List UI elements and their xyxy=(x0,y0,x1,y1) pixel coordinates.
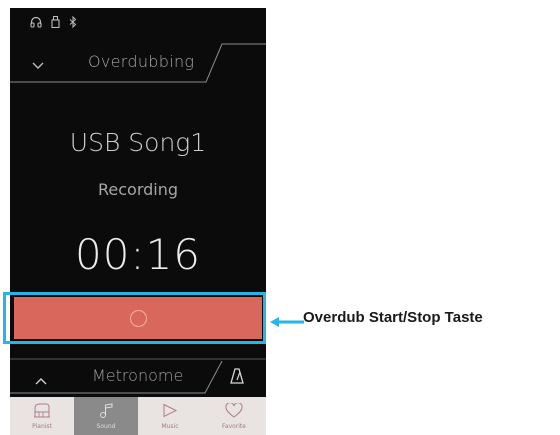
nav-item-label: Favorite xyxy=(222,423,246,430)
mode-header[interactable]: Overdubbing xyxy=(10,38,266,86)
chevron-down-icon[interactable] xyxy=(32,55,44,74)
metronome-icon[interactable] xyxy=(230,368,244,388)
nav-item-label: Pianist xyxy=(32,423,52,430)
status-bar xyxy=(30,13,77,31)
piano-app-screen: Overdubbing USB Song1 Recording 00:16 Me… xyxy=(10,8,266,435)
callout-label: Overdub Start/Stop Taste xyxy=(303,309,483,326)
nav-item-favorite[interactable]: Favorite xyxy=(202,397,266,435)
metronome-label: Metronome xyxy=(92,366,184,385)
song-name: USB Song1 xyxy=(69,128,207,157)
music-note-icon xyxy=(98,403,114,422)
bottom-nav: Pianist Sound Music Favorite xyxy=(10,397,266,435)
elapsed-time: 00:16 xyxy=(74,230,202,279)
record-circle-icon xyxy=(129,309,147,327)
mode-title: Overdubbing xyxy=(88,52,195,71)
recording-status: Recording xyxy=(97,180,179,199)
heart-icon xyxy=(225,402,243,422)
nav-item-pianist[interactable]: Pianist xyxy=(10,397,74,435)
play-icon xyxy=(162,403,178,422)
piano-icon xyxy=(33,403,51,422)
callout-arrow xyxy=(270,317,304,327)
metronome-bar[interactable]: Metronome xyxy=(10,357,266,397)
usb-icon xyxy=(51,16,60,28)
nav-item-music[interactable]: Music xyxy=(138,397,202,435)
chevron-up-icon[interactable] xyxy=(35,370,47,389)
nav-item-label: Sound xyxy=(96,423,116,430)
bluetooth-icon xyxy=(69,16,77,28)
headphones-icon xyxy=(30,16,42,28)
nav-item-label: Music xyxy=(161,423,179,430)
overdub-start-stop-button[interactable] xyxy=(14,297,262,339)
nav-item-sound[interactable]: Sound xyxy=(74,397,138,435)
